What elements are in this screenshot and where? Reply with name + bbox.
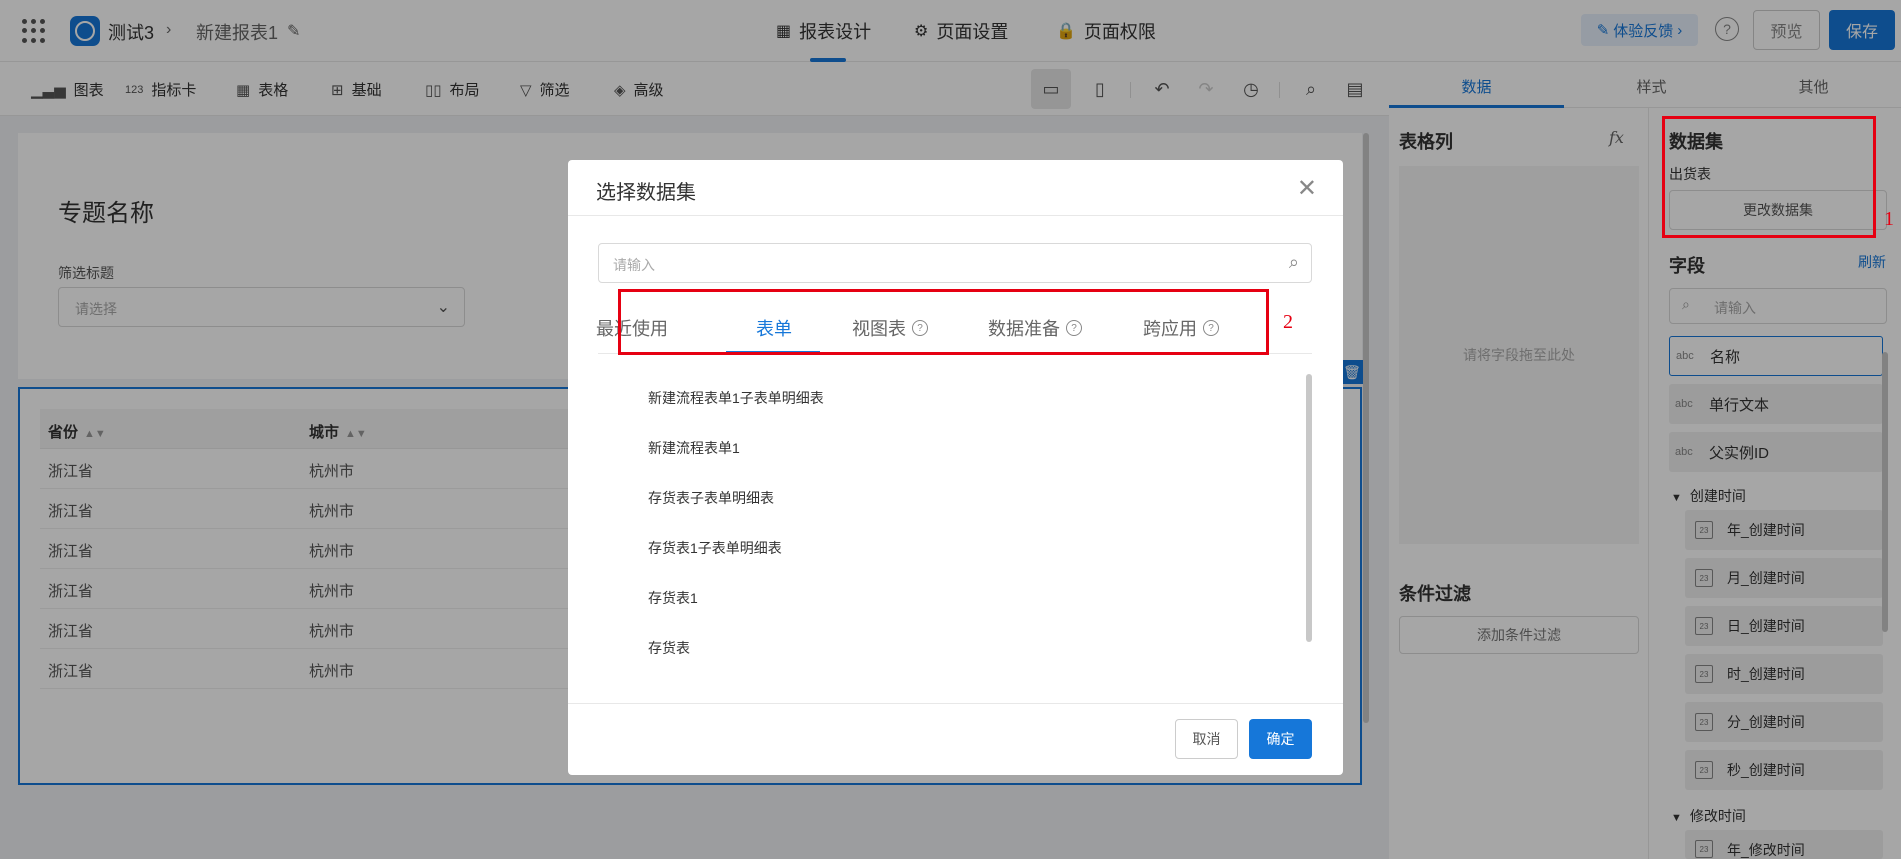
annotation-number: 1 bbox=[1884, 208, 1894, 230]
dataset-list-item[interactable]: 新建流程表单1 bbox=[648, 438, 740, 458]
dialog-title: 选择数据集 bbox=[596, 182, 696, 204]
cancel-button[interactable]: 取消 bbox=[1175, 719, 1238, 759]
dataset-search-input[interactable]: 请输入 ⌕ bbox=[598, 243, 1312, 283]
dataset-list-item[interactable]: 存货表 bbox=[648, 638, 690, 658]
annotation-box bbox=[618, 289, 1269, 355]
dataset-list-item[interactable]: 存货表子表单明细表 bbox=[648, 488, 774, 508]
dataset-list-item[interactable]: 新建流程表单1子表单明细表 bbox=[648, 388, 824, 408]
close-icon[interactable]: ✕ bbox=[1297, 174, 1317, 203]
select-dataset-dialog: 选择数据集 ✕ 请输入 ⌕ 最近使用 表单 视图表? 数据准备? 跨应用? 新建… bbox=[568, 160, 1343, 775]
dataset-list-item[interactable]: 存货表1 bbox=[648, 588, 698, 608]
divider bbox=[568, 215, 1343, 216]
dataset-list-item[interactable]: 存货表1子表单明细表 bbox=[648, 538, 782, 558]
annotation-number: 2 bbox=[1283, 311, 1293, 333]
confirm-button[interactable]: 确定 bbox=[1249, 719, 1312, 759]
search-icon: ⌕ bbox=[1288, 252, 1299, 272]
annotation-box bbox=[1662, 116, 1876, 238]
list-scrollbar[interactable] bbox=[1306, 374, 1312, 642]
divider bbox=[568, 703, 1343, 704]
